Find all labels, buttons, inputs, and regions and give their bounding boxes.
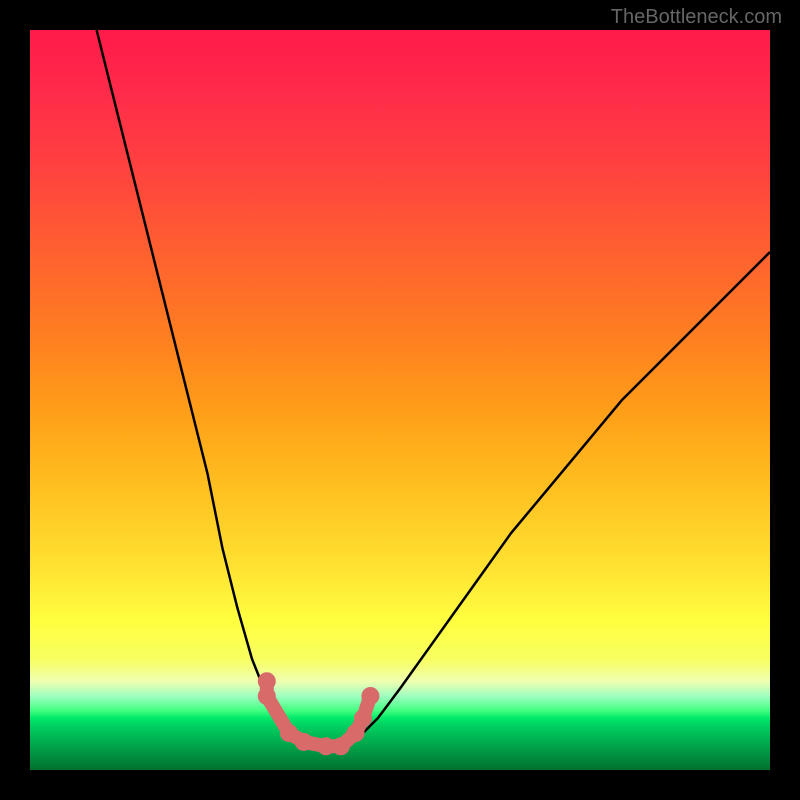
data-marker xyxy=(361,687,379,705)
left-curve-line xyxy=(97,30,312,746)
chart-plot-area xyxy=(30,30,770,770)
chart-svg xyxy=(30,30,770,770)
data-marker xyxy=(354,709,372,727)
data-markers xyxy=(258,672,380,755)
watermark-text: TheBottleneck.com xyxy=(611,6,782,29)
data-marker xyxy=(332,737,350,755)
right-curve-line xyxy=(341,252,770,746)
data-marker xyxy=(295,733,313,751)
data-marker xyxy=(258,687,276,705)
